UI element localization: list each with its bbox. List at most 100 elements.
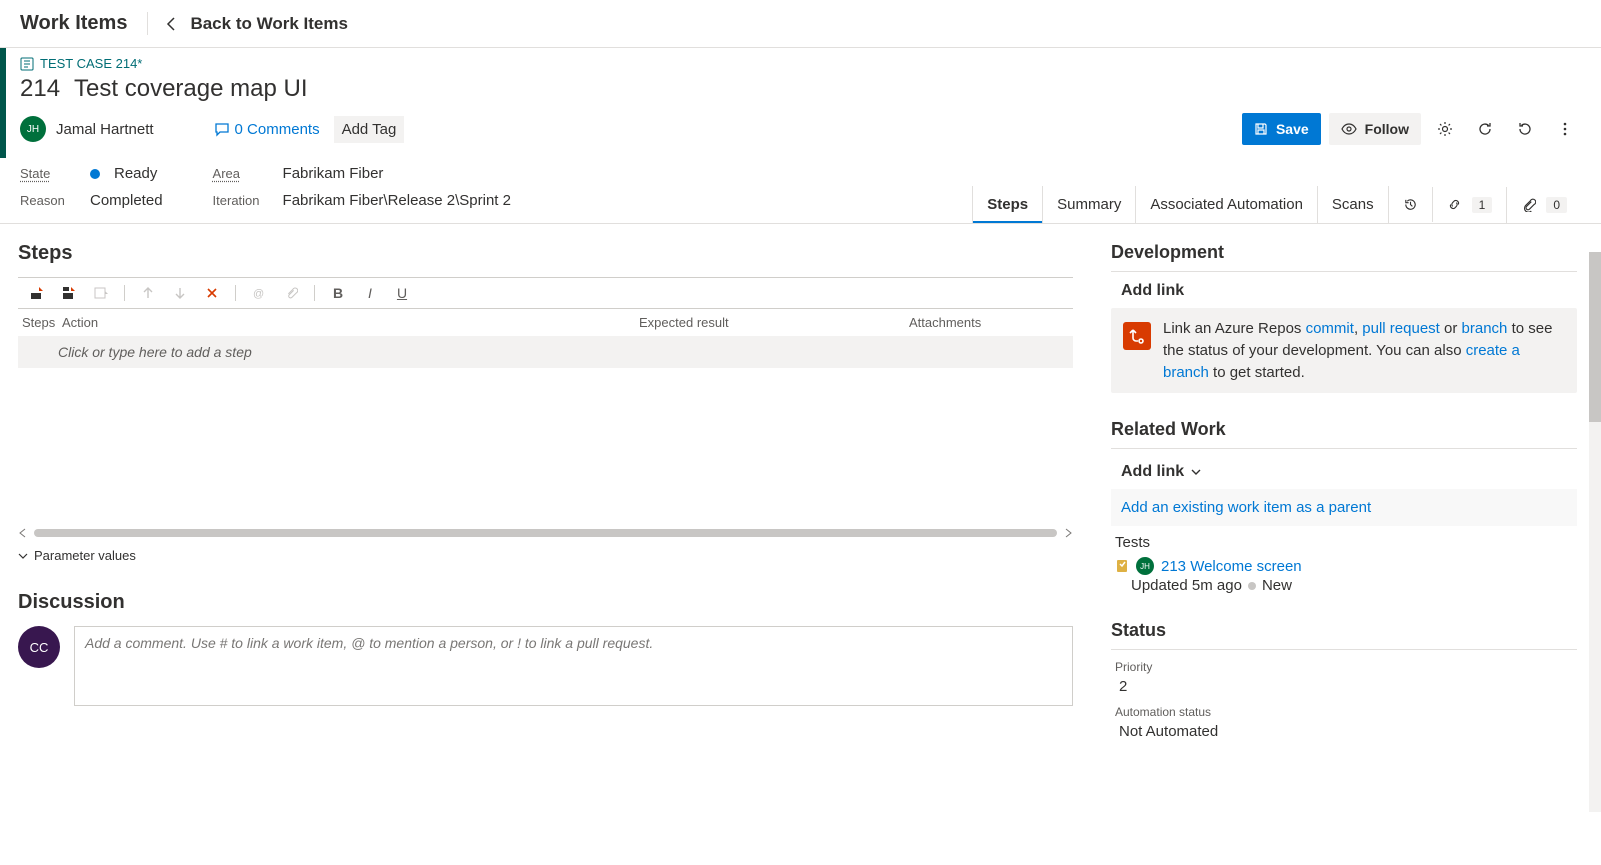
col-attachments: Attachments: [909, 315, 1069, 330]
attachments-count-badge: 0: [1546, 197, 1567, 213]
tab-links[interactable]: 1: [1433, 187, 1508, 223]
development-heading: Development: [1111, 242, 1577, 263]
test-assignee-avatar: JH: [1136, 557, 1154, 575]
follow-button[interactable]: Follow: [1329, 113, 1421, 145]
comment-input[interactable]: Add a comment. Use # to link a work item…: [74, 626, 1073, 706]
col-steps: Steps: [22, 315, 62, 330]
state-dot-icon: [90, 169, 100, 179]
create-shared-steps-button[interactable]: [92, 284, 110, 302]
scrollbar-thumb[interactable]: [1589, 252, 1601, 422]
parameter-values-label: Parameter values: [34, 548, 136, 563]
attachment-icon: [1521, 197, 1536, 212]
settings-button[interactable]: [1429, 113, 1461, 145]
add-existing-parent-link[interactable]: Add an existing work item as a parent: [1111, 489, 1577, 526]
related-test-link[interactable]: 213 Welcome screen: [1161, 558, 1302, 575]
branch-link[interactable]: branch: [1462, 320, 1508, 337]
type-color-stripe: [0, 48, 6, 158]
test-case-icon: [20, 57, 34, 71]
back-to-work-items-link[interactable]: Back to Work Items: [164, 14, 347, 34]
area-label: Area: [213, 166, 283, 181]
scroll-left-icon: [18, 528, 28, 538]
comment-icon: [214, 121, 230, 137]
save-icon: [1254, 122, 1268, 136]
chevron-down-icon: [18, 551, 28, 561]
add-tag-button[interactable]: Add Tag: [334, 116, 405, 143]
breadcrumb-text: TEST CASE 214*: [40, 56, 142, 71]
steps-heading: Steps: [18, 242, 1073, 265]
follow-label: Follow: [1365, 121, 1409, 137]
refresh-button[interactable]: [1469, 113, 1501, 145]
current-user-avatar: CC: [18, 626, 60, 668]
git-icon: [1123, 322, 1151, 350]
related-work-heading: Related Work: [1111, 419, 1577, 440]
automation-status-value[interactable]: Not Automated: [1119, 723, 1577, 740]
priority-label: Priority: [1115, 660, 1577, 674]
add-link-related-label: Add link: [1121, 463, 1184, 481]
tab-associated-automation[interactable]: Associated Automation: [1136, 186, 1318, 223]
add-link-related-button[interactable]: Add link: [1121, 463, 1202, 481]
parameter-values-toggle[interactable]: Parameter values: [18, 548, 1073, 563]
underline-button[interactable]: U: [393, 284, 411, 302]
work-item-title[interactable]: Test coverage map UI: [74, 75, 307, 103]
assignee-avatar[interactable]: JH: [20, 116, 46, 142]
iteration-label: Iteration: [213, 193, 283, 208]
save-label: Save: [1276, 121, 1309, 137]
page-title: Work Items: [20, 12, 148, 35]
more-actions-button[interactable]: [1549, 113, 1581, 145]
development-message: Link an Azure Repos commit, pull request…: [1163, 318, 1565, 383]
priority-value[interactable]: 2: [1119, 678, 1577, 695]
tab-attachments[interactable]: 0: [1507, 187, 1581, 223]
svg-text:@: @: [253, 288, 264, 300]
area-value[interactable]: Fabrikam Fiber: [283, 165, 384, 182]
pull-request-link[interactable]: pull request: [1362, 320, 1440, 337]
gear-icon: [1437, 121, 1453, 137]
chevron-down-icon: [1190, 466, 1202, 478]
insert-step-button[interactable]: [28, 284, 46, 302]
eye-icon: [1341, 121, 1357, 137]
arrow-left-icon: [164, 16, 180, 32]
vertical-scrollbar[interactable]: [1589, 252, 1601, 812]
tests-label: Tests: [1115, 534, 1577, 551]
assignee-name[interactable]: Jamal Hartnett: [56, 121, 154, 138]
state-label: State: [20, 166, 90, 181]
insert-param-button[interactable]: @: [250, 284, 268, 302]
history-icon: [1403, 197, 1418, 212]
reason-value[interactable]: Completed: [90, 192, 163, 209]
comments-link[interactable]: 0 Comments: [214, 121, 320, 138]
tab-history[interactable]: [1389, 187, 1433, 222]
discussion-heading: Discussion: [18, 591, 1073, 614]
add-link-dev-button[interactable]: Add link: [1121, 282, 1577, 300]
revert-button[interactable]: [1509, 113, 1541, 145]
scrollbar-thumb[interactable]: [34, 529, 1057, 537]
col-expected-result: Expected result: [639, 315, 909, 330]
delete-step-button[interactable]: [203, 284, 221, 302]
italic-button[interactable]: I: [361, 284, 379, 302]
tab-scans[interactable]: Scans: [1318, 186, 1389, 223]
back-label: Back to Work Items: [190, 14, 347, 34]
breadcrumb[interactable]: TEST CASE 214*: [20, 56, 1581, 71]
move-up-button[interactable]: [139, 284, 157, 302]
state-value[interactable]: Ready: [114, 165, 157, 182]
save-button[interactable]: Save: [1242, 113, 1321, 145]
work-item-id: 214: [20, 75, 60, 103]
add-step-input[interactable]: Click or type here to add a step: [18, 336, 1073, 368]
scroll-right-icon: [1063, 528, 1073, 538]
undo-icon: [1517, 121, 1533, 137]
state-dot-icon: [1248, 582, 1256, 590]
tab-summary[interactable]: Summary: [1043, 186, 1136, 223]
insert-shared-step-button[interactable]: [60, 284, 78, 302]
links-count-badge: 1: [1472, 197, 1493, 213]
commit-link[interactable]: commit: [1306, 320, 1354, 337]
link-icon: [1447, 197, 1462, 212]
attach-file-button[interactable]: [282, 284, 300, 302]
bold-button[interactable]: B: [329, 284, 347, 302]
iteration-value[interactable]: Fabrikam Fiber\Release 2\Sprint 2: [283, 192, 511, 209]
refresh-icon: [1477, 121, 1493, 137]
updated-label: Updated 5m ago: [1131, 577, 1242, 594]
col-action: Action: [62, 315, 639, 330]
horizontal-scrollbar[interactable]: [18, 528, 1073, 538]
move-down-button[interactable]: [171, 284, 189, 302]
steps-toolbar: @ B I U: [18, 278, 1073, 309]
tab-steps[interactable]: Steps: [973, 186, 1043, 223]
test-case-icon: [1115, 559, 1129, 573]
